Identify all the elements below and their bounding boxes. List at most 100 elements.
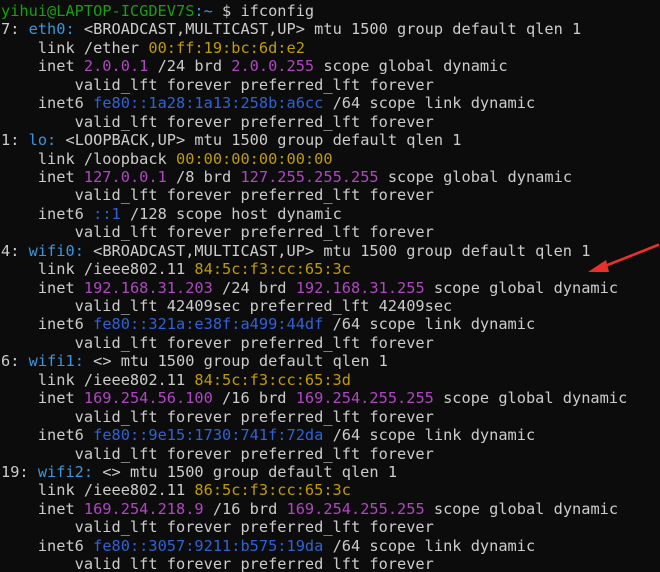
output-text: scope global dynamic — [424, 278, 619, 297]
output-line: inet6 fe80::321a:e38f:a499:44df /64 scop… — [0, 315, 660, 333]
terminal-window[interactable]: yihui@LAPTOP-ICGDEV7S:~ $ ifconfig 7: et… — [0, 0, 660, 572]
output-text: /64 scope link dynamic — [323, 426, 536, 445]
output-text: inet6 — [1, 536, 94, 555]
output-text: valid_lft forever preferred_lft forever — [1, 555, 434, 572]
output-text: /128 scope host dynamic — [120, 204, 342, 223]
output-text: valid_lft forever preferred_lft forever — [1, 333, 434, 352]
output-text: valid_lft forever preferred_lft forever — [1, 223, 434, 242]
ipv6-address: fe80::1a28:1a13:258b:a6cc — [93, 94, 324, 113]
output-text: 19: — [1, 462, 38, 481]
mac-address: 84:5c:f3:cc:65:3c — [194, 260, 351, 279]
prompt-path: :~ — [194, 2, 213, 20]
output-text: inet6 — [1, 204, 94, 223]
output-text: scope global dynamic — [314, 57, 508, 76]
output-text: /16 brd — [212, 389, 296, 408]
output-text: link /ieee802.11 — [1, 370, 195, 389]
command-output: 7: eth0: <BROADCAST,MULTICAST,UP> mtu 15… — [0, 20, 660, 572]
interface-name: lo: — [28, 131, 57, 150]
output-text: inet6 — [1, 94, 94, 113]
output-text: valid_lft forever preferred_lft forever — [1, 444, 434, 463]
output-text: <BROADCAST,MULTICAST,UP> mtu 1500 group … — [83, 241, 591, 260]
ipv4-address: 2.0.0.1 — [83, 57, 149, 76]
output-line: 19: wifi2: <> mtu 1500 group default qle… — [0, 463, 660, 481]
output-line: link /ether 00:ff:19:bc:6d:e2 — [0, 39, 660, 57]
output-line: inet6 ::1 /128 scope host dynamic — [0, 205, 660, 223]
ipv6-address: ::1 — [93, 204, 121, 223]
output-text: valid_lft forever preferred_lft forever — [1, 112, 434, 131]
output-line: link /loopback 00:00:00:00:00:00 — [0, 150, 660, 168]
output-text: link /ether — [1, 38, 149, 57]
output-line: inet6 fe80::3057:9211:b575:19da /64 scop… — [0, 537, 660, 555]
output-line: link /ieee802.11 84:5c:f3:cc:65:3d — [0, 371, 660, 389]
output-text: 7: — [1, 20, 29, 39]
mac-address: 86:5c:f3:cc:65:3c — [194, 481, 351, 500]
interface-name: wifi2: — [37, 462, 94, 481]
interface-name: wifi0: — [28, 241, 84, 260]
ipv4-address: 127.0.0.1 — [83, 167, 167, 186]
output-text: valid_lft forever preferred_lft forever — [1, 75, 434, 94]
interface-name: wifi1: — [28, 352, 84, 371]
output-text: 4: — [1, 241, 29, 260]
output-line: valid_lft forever preferred_lft forever — [0, 408, 660, 426]
ipv6-address: fe80::9e15:1730:741f:72da — [93, 426, 324, 445]
output-line: valid_lft forever preferred_lft forever — [0, 334, 660, 352]
output-line: link /ieee802.11 86:5c:f3:cc:65:3c — [0, 481, 660, 499]
prompt-user-host: yihui@LAPTOP-ICGDEV7S — [1, 2, 195, 20]
output-text: link /ieee802.11 — [1, 481, 195, 500]
prompt-command: ifconfig — [240, 2, 315, 20]
ipv6-address: fe80::3057:9211:b575:19da — [93, 536, 324, 555]
output-text: link /ieee802.11 — [1, 260, 195, 279]
output-line: valid_lft forever preferred_lft forever — [0, 76, 660, 94]
output-text: /16 brd — [203, 499, 287, 518]
output-line: valid_lft forever preferred_lft forever — [0, 555, 660, 572]
output-text: 6: — [1, 352, 29, 371]
red-arrow-icon — [588, 243, 660, 272]
output-line: 4: wifi0: <BROADCAST,MULTICAST,UP> mtu 1… — [0, 242, 660, 260]
output-text: inet — [1, 57, 84, 76]
output-text: link /loopback — [1, 149, 176, 168]
output-text: inet — [1, 167, 84, 186]
ipv4-address: 169.254.56.100 — [83, 389, 213, 408]
output-text: valid_lft forever preferred_lft forever — [1, 186, 434, 205]
output-line: 6: wifi1: <> mtu 1500 group default qlen… — [0, 352, 660, 370]
output-text: /64 scope link dynamic — [323, 315, 536, 334]
output-text: inet — [1, 389, 84, 408]
output-line: inet6 fe80::1a28:1a13:258b:a6cc /64 scop… — [0, 94, 660, 112]
output-line: valid_lft forever preferred_lft forever — [0, 186, 660, 204]
ipv4-address: 2.0.0.255 — [231, 57, 315, 76]
output-line: valid_lft forever preferred_lft forever — [0, 518, 660, 536]
output-line: inet 127.0.0.1 /8 brd 127.255.255.255 sc… — [0, 168, 660, 186]
output-line: inet 169.254.56.100 /16 brd 169.254.255.… — [0, 389, 660, 407]
output-text: inet — [1, 278, 84, 297]
ipv4-address: 192.168.31.203 — [83, 278, 213, 297]
mac-address: 00:ff:19:bc:6d:e2 — [148, 38, 305, 57]
output-text: valid_lft forever preferred_lft forever — [1, 407, 434, 426]
output-text: /8 brd — [166, 167, 241, 186]
output-line: inet6 fe80::9e15:1730:741f:72da /64 scop… — [0, 426, 660, 444]
prompt-line: yihui@LAPTOP-ICGDEV7S:~ $ ifconfig — [0, 2, 660, 20]
output-text: inet — [1, 499, 84, 518]
output-text: inet6 — [1, 315, 94, 334]
output-text: <LOOPBACK,UP> mtu 1500 group default qle… — [56, 131, 462, 150]
ipv4-address: 127.255.255.255 — [240, 167, 379, 186]
output-line: link /ieee802.11 84:5c:f3:cc:65:3c — [0, 260, 660, 278]
output-text: <> mtu 1500 group default qlen 1 — [83, 352, 388, 371]
ipv4-address: 169.254.255.255 — [286, 499, 425, 518]
ipv6-address: fe80::321a:e38f:a499:44df — [93, 315, 324, 334]
mac-address: 84:5c:f3:cc:65:3d — [194, 370, 351, 389]
output-text: valid_lft 42409sec preferred_lft 42409se… — [1, 297, 453, 315]
output-text: inet6 — [1, 426, 94, 445]
output-line: inet 2.0.0.1 /24 brd 2.0.0.255 scope glo… — [0, 57, 660, 75]
output-text: 1: — [1, 131, 29, 150]
output-text: scope global dynamic — [433, 389, 628, 408]
interface-name: eth0: — [28, 20, 75, 39]
mac-address: 00:00:00:00:00:00 — [175, 149, 333, 168]
output-line: inet 169.254.218.9 /16 brd 169.254.255.2… — [0, 500, 660, 518]
ipv4-address: 169.254.255.255 — [295, 389, 434, 408]
output-text: <BROADCAST,MULTICAST,UP> mtu 1500 group … — [74, 20, 582, 39]
output-text: scope global dynamic — [378, 167, 573, 186]
output-line: inet 192.168.31.203 /24 brd 192.168.31.2… — [0, 279, 660, 297]
output-text: /64 scope link dynamic — [323, 536, 536, 555]
output-line: valid_lft forever preferred_lft forever — [0, 223, 660, 241]
output-line: valid_lft forever preferred_lft forever — [0, 113, 660, 131]
